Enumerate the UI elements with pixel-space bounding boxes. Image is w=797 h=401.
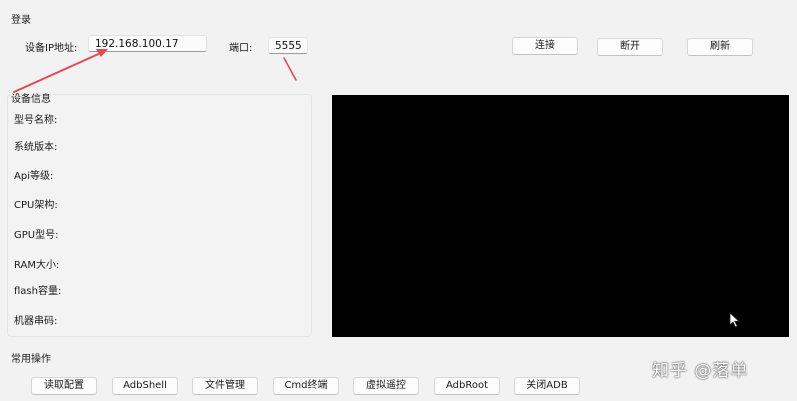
watermark-text: 知乎 @落单 [652, 361, 749, 381]
annotation-arrows [13, 49, 297, 93]
